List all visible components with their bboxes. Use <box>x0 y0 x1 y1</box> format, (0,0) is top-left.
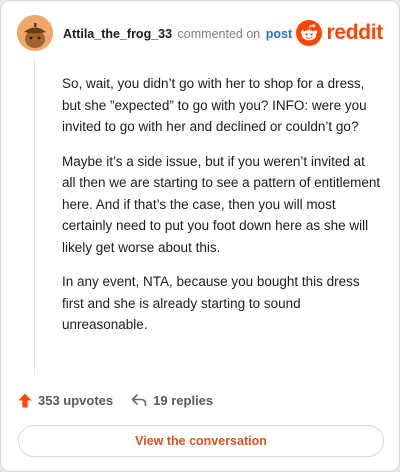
comment-paragraph: Maybe it’s a side issue, but if you were… <box>62 153 381 255</box>
reddit-snoo-icon <box>296 20 323 46</box>
comment-paragraph: In any event, NTA, because you bought th… <box>62 274 360 332</box>
comment-paragraph: So, wait, you didn’t go with her to shop… <box>62 76 367 134</box>
upvote-label: 353 upvotes <box>38 392 114 408</box>
embedded-comment-card: Attila_the_frog_33 commented on post red… <box>0 0 400 472</box>
comment-header: Attila_the_frog_33 commented on post red… <box>17 15 383 51</box>
view-conversation-label: View the conversation <box>135 434 267 448</box>
reply-arrow-icon <box>131 394 147 407</box>
comment-stats: 353 upvotes 19 replies <box>18 389 231 411</box>
post-link[interactable]: post <box>266 27 292 41</box>
thread-line <box>34 59 35 375</box>
byline-action: commented on <box>177 27 261 41</box>
reddit-logo[interactable]: reddit <box>296 19 383 47</box>
reply-count[interactable]: 19 replies <box>131 393 213 408</box>
upvote-arrow-icon <box>18 393 32 407</box>
username-link[interactable]: Attila_the_frog_33 <box>63 27 172 41</box>
view-conversation-button[interactable]: View the conversation <box>18 425 384 457</box>
reddit-wordmark: reddit <box>326 21 383 44</box>
upvote-count[interactable]: 353 upvotes <box>18 393 113 408</box>
acorn-avatar-icon[interactable] <box>17 15 53 51</box>
comment-body: So, wait, you didn’t go with her to shop… <box>62 73 382 349</box>
comment-byline: Attila_the_frog_33 commented on post <box>63 26 292 42</box>
reply-label: 19 replies <box>153 392 214 408</box>
